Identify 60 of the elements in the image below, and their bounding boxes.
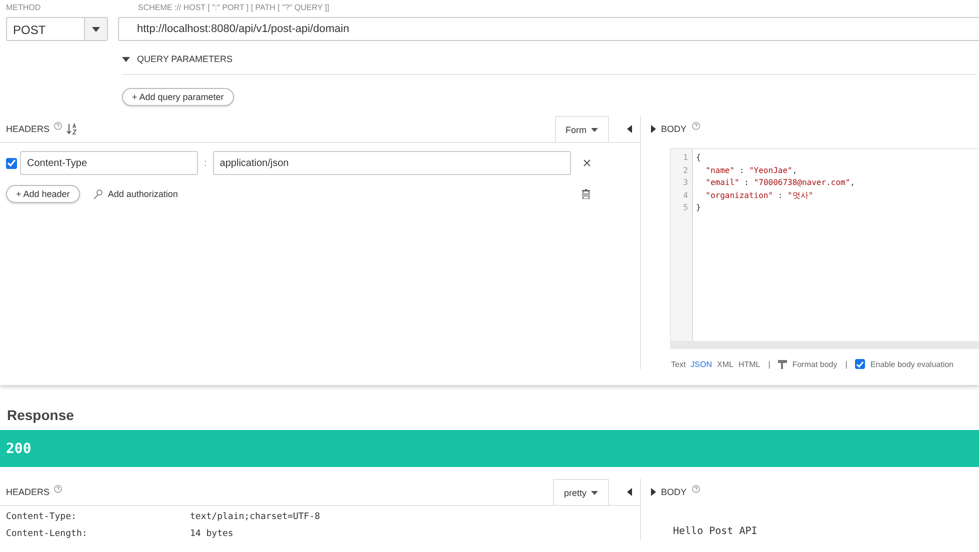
code-editor[interactable]: 1 2 3 4 5 { "name" : "YeonJae", "email" : "70006738@naver.com", "organization" : "멋사" } <box>670 148 979 349</box>
line-number: 2 <box>683 164 688 176</box>
header-checkbox[interactable] <box>6 158 17 168</box>
code-line: } <box>696 202 702 214</box>
expand-right-icon[interactable] <box>651 488 656 496</box>
header-name: Content-Length: <box>6 528 88 540</box>
help-icon <box>692 485 700 493</box>
headers-title: HEADERS <box>6 124 50 134</box>
url-field[interactable]: http://localhost:8080/api/v1/post-api/domain <box>118 17 979 41</box>
method-select[interactable]: POST <box>6 17 108 41</box>
caret-icon <box>92 26 100 32</box>
format-tab[interactable]: JSON <box>690 360 712 368</box>
body-title: BODY <box>661 124 687 134</box>
code-line: "organization" : "멋사" <box>704 190 814 202</box>
format-body-link[interactable]: Format body <box>792 360 838 368</box>
evaluation-checkbox[interactable] <box>855 359 866 369</box>
expand-right-icon[interactable] <box>651 125 656 133</box>
url-label: SCHEME :// HOST [ ":" PORT ] [ PATH [ "?" QUERY ]] <box>137 3 330 14</box>
format-tab[interactable]: HTML <box>738 360 760 368</box>
form-dropdown[interactable]: Form <box>554 116 609 142</box>
evaluation-label: Enable body evaluation <box>870 360 954 368</box>
method-label: METHOD <box>6 3 42 14</box>
status-code: 200 <box>6 440 32 456</box>
header-value-field[interactable]: application/json <box>212 151 571 175</box>
sort-icon[interactable] <box>66 123 77 135</box>
code-line: { <box>696 152 702 164</box>
add-query-parameter-button[interactable]: + Add query parameter <box>122 88 234 106</box>
header-value: text/plain;charset=UTF-8 <box>190 511 320 523</box>
caret-icon <box>591 491 598 496</box>
header-name-field[interactable]: Content-Type <box>20 151 198 175</box>
line-number: 4 <box>683 190 688 202</box>
line-number: 1 <box>683 152 688 164</box>
line-number: 5 <box>683 202 688 214</box>
header-name: Content-Type: <box>6 511 78 523</box>
close-icon[interactable] <box>582 159 591 167</box>
collapse-left-icon[interactable] <box>627 125 632 133</box>
add-authorization-link[interactable]: Add authorization <box>108 189 178 199</box>
pretty-dropdown[interactable]: pretty <box>552 479 609 505</box>
query-parameters-toggle[interactable]: QUERY PARAMETERS <box>122 54 977 75</box>
format-tab[interactable]: XML <box>717 360 734 368</box>
separator: | <box>767 360 772 368</box>
help-icon <box>692 122 700 130</box>
help-icon <box>54 122 62 130</box>
header-value: 14 bytes <box>190 528 234 540</box>
help-icon <box>54 485 62 493</box>
trash-icon[interactable] <box>582 189 590 199</box>
colon-separator: : <box>203 158 208 168</box>
collapse-left-icon[interactable] <box>627 488 632 496</box>
format-tab[interactable]: Text <box>671 360 686 368</box>
format-icon <box>778 360 788 368</box>
code-line: "name" : "YeonJae", <box>704 164 798 176</box>
separator: | <box>844 360 848 368</box>
body-title: BODY <box>661 487 687 497</box>
headers-title: HEADERS <box>6 487 50 497</box>
code-line: "email" : "70006738@naver.com", <box>704 177 855 189</box>
line-number: 3 <box>683 177 688 189</box>
caret-icon <box>591 128 598 132</box>
response-body-text: Hello Post API <box>672 525 758 537</box>
response-title: Response <box>6 407 75 425</box>
add-header-button[interactable]: + Add header <box>6 185 80 203</box>
